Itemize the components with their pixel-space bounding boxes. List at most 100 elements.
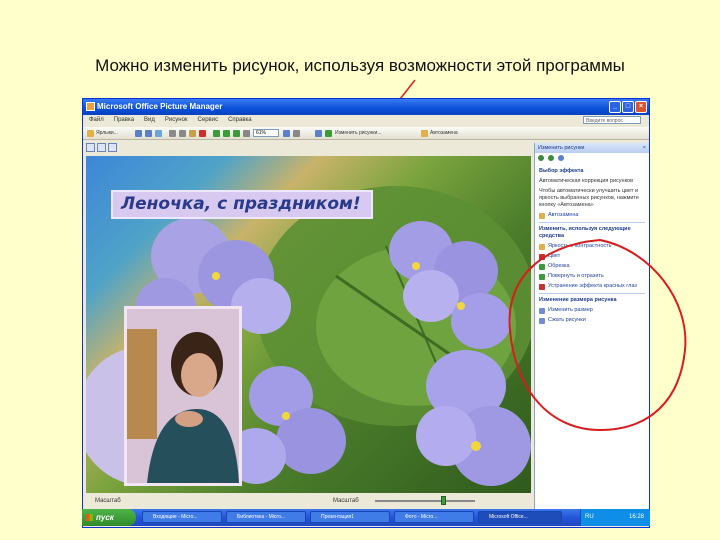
task-pane-close-icon[interactable]: × xyxy=(643,143,646,153)
windows-flag-icon xyxy=(86,514,93,521)
rotate-left-icon[interactable] xyxy=(223,130,230,137)
menu-file[interactable]: Файл xyxy=(89,115,104,126)
start-button[interactable]: пуск xyxy=(82,509,136,526)
delete-icon[interactable] xyxy=(199,130,206,137)
rotate-icon xyxy=(539,273,545,280)
shortcuts-button[interactable]: Ярлыки... xyxy=(96,129,118,138)
edit-tools-heading: Изменить, используя следующие средства xyxy=(539,226,631,239)
auto-correct-link[interactable]: Автозамена xyxy=(539,212,645,219)
color-icon xyxy=(539,253,545,260)
red-eye-link[interactable]: Устранение эффекта красных глаз xyxy=(539,283,645,290)
task-button-picture-manager[interactable]: Microsoft Office... xyxy=(478,511,562,523)
paste-icon[interactable] xyxy=(189,130,196,137)
mail-icon[interactable] xyxy=(155,130,162,137)
minimize-button[interactable]: _ xyxy=(609,101,621,113)
fit-icon[interactable] xyxy=(283,130,290,137)
auto-correct-link-label: Автозамена xyxy=(548,212,579,218)
crop-link[interactable]: Обрезка xyxy=(539,263,645,270)
language-indicator[interactable]: RU xyxy=(585,509,594,526)
zoom-icon[interactable] xyxy=(243,130,250,137)
auto-correct-description: Чтобы автоматически улучшить цвет и ярко… xyxy=(539,188,639,208)
task-button-presentation[interactable]: Презентация1 xyxy=(310,511,390,523)
zoom-label: Масштаб xyxy=(333,498,359,504)
portrait-photo xyxy=(124,306,242,486)
filmstrip-view-button[interactable] xyxy=(97,143,106,152)
crop-label: Обрезка xyxy=(548,263,570,269)
auto-correct-pane-icon xyxy=(539,212,545,219)
zoom-select[interactable]: 61% xyxy=(253,129,279,137)
task-pane-title-text: Изменить рисунки xyxy=(538,145,585,151)
brightness-contrast-link[interactable]: Яркость и контрастность xyxy=(539,243,645,250)
menu-help[interactable]: Справка xyxy=(228,115,252,126)
brightness-contrast-label: Яркость и контрастность xyxy=(548,243,612,249)
resize-heading: Изменение размера рисунка xyxy=(539,297,617,303)
menu-edit[interactable]: Правка xyxy=(114,115,134,126)
color-label: Цвет xyxy=(548,253,561,259)
thumbnail-view-button[interactable] xyxy=(86,143,95,152)
single-view-button[interactable] xyxy=(108,143,117,152)
edit-pictures-button[interactable]: Изменить рисунки... xyxy=(335,129,381,138)
save-icon[interactable] xyxy=(135,130,142,137)
red-eye-label: Устранение эффекта красных глаз xyxy=(548,283,637,289)
zoom-slider-track[interactable] xyxy=(375,500,475,502)
title-bar[interactable]: Microsoft Office Picture Manager _ □ × xyxy=(83,99,649,115)
status-text: Масштаб xyxy=(95,498,121,504)
undo-icon[interactable] xyxy=(213,130,220,137)
standard-toolbar: Ярлыки... 61% Изменить рисунки... Автоза… xyxy=(83,127,649,140)
task-button-library[interactable]: Библиотека - Micro... xyxy=(226,511,306,523)
compress-icon xyxy=(539,317,545,324)
window-title: Microsoft Office Picture Manager xyxy=(97,102,223,111)
copy-icon[interactable] xyxy=(179,130,186,137)
help-search-input[interactable]: Введите вопрос xyxy=(583,116,641,124)
slide-caption: Можно изменить рисунок, используя возмож… xyxy=(95,56,625,75)
picture-canvas[interactable]: Леночка, с праздником! xyxy=(86,156,531,493)
zoom-slider-thumb[interactable] xyxy=(441,496,446,505)
close-button[interactable]: × xyxy=(635,101,647,113)
menu-tools[interactable]: Сервис xyxy=(198,115,219,126)
auto-correct-icon[interactable] xyxy=(421,130,428,137)
divider xyxy=(539,293,645,294)
cut-icon[interactable] xyxy=(169,130,176,137)
help-icon[interactable] xyxy=(293,130,300,137)
divider xyxy=(539,222,645,223)
task-button-inbox[interactable]: Входящие - Micro... xyxy=(142,511,222,523)
auto-correct-heading: Автоматическая коррекция рисунков xyxy=(539,178,634,184)
rotate-flip-label: Повернуть и отразить xyxy=(548,273,604,279)
rotate-right-icon[interactable] xyxy=(233,130,240,137)
color-link[interactable]: Цвет xyxy=(539,253,645,260)
auto-correct-button[interactable]: Автозамена xyxy=(430,129,458,138)
crop-icon xyxy=(539,263,545,270)
edit-pictures-icon[interactable] xyxy=(315,130,322,137)
menu-bar: Файл Правка Вид Рисунок Сервис Справка xyxy=(83,115,649,126)
resize-link[interactable]: Изменить размер xyxy=(539,307,645,314)
resize-label: Изменить размер xyxy=(548,307,593,313)
task-pane-title: Изменить рисунки × xyxy=(535,143,649,153)
back-icon[interactable] xyxy=(538,155,544,161)
rotate-flip-link[interactable]: Повернуть и отразить xyxy=(539,273,645,280)
start-label: пуск xyxy=(96,513,114,522)
app-icon xyxy=(86,102,95,111)
home-icon[interactable] xyxy=(558,155,564,161)
compress-label: Сжать рисунки xyxy=(548,317,586,323)
maximize-button[interactable]: □ xyxy=(622,101,634,113)
task-pane-nav xyxy=(535,153,649,163)
shortcuts-icon[interactable] xyxy=(87,130,94,137)
greeting-text: Леночка, с праздником! xyxy=(111,190,373,219)
picture-manager-window: Microsoft Office Picture Manager _ □ × Ф… xyxy=(82,98,650,528)
clock: 16:28 xyxy=(628,514,644,520)
print-icon[interactable] xyxy=(145,130,152,137)
compress-link[interactable]: Сжать рисунки xyxy=(539,317,645,324)
forward-icon[interactable] xyxy=(548,155,554,161)
system-tray: RU 16:28 xyxy=(580,509,650,526)
effects-heading: Выбор эффекта xyxy=(539,168,584,174)
status-bar: Масштаб Масштаб xyxy=(83,494,531,508)
brightness-icon xyxy=(539,243,545,250)
menu-picture[interactable]: Рисунок xyxy=(165,115,188,126)
menu-view[interactable]: Вид xyxy=(144,115,155,126)
picture-icon[interactable] xyxy=(325,130,332,137)
task-pane: Изменить рисунки × Выбор эффекта Автомат… xyxy=(534,143,649,509)
taskbar: пуск Входящие - Micro... Библиотека - Mi… xyxy=(82,509,650,526)
resize-icon xyxy=(539,307,545,314)
task-button-photo[interactable]: Фото - Micro... xyxy=(394,511,474,523)
red-eye-icon xyxy=(539,283,545,290)
